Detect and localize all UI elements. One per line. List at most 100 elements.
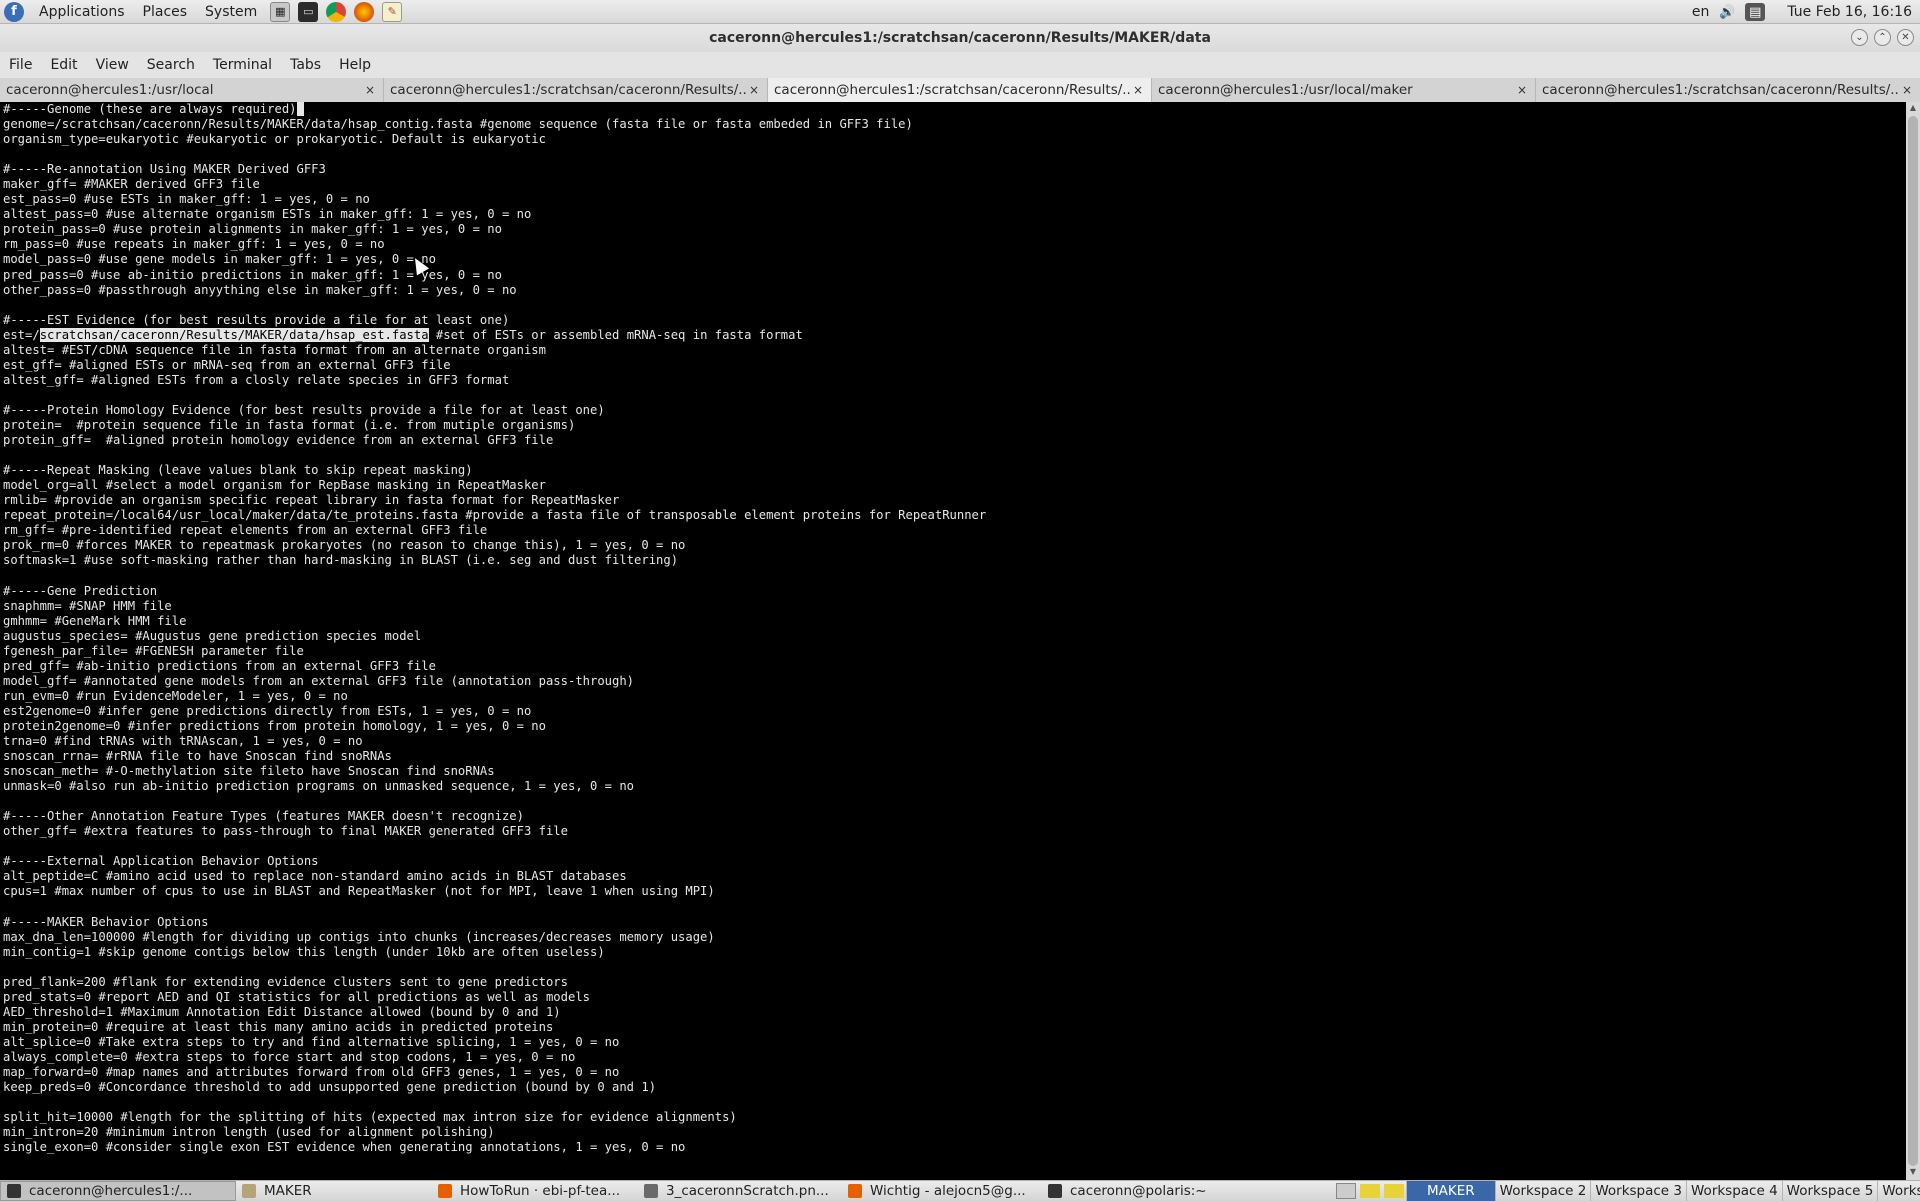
tab-close-icon[interactable]: × [747,83,761,97]
taskbar-window-button[interactable]: 3_caceronnScratch.pn... [638,1181,842,1201]
terminal-line: protein= #protein sequence file in fasta… [3,417,576,432]
workspace-switcher-item[interactable]: Workspace 5 [1781,1180,1878,1201]
menu-file[interactable]: File [0,57,41,73]
text-editor-launcher-icon[interactable]: ✎ [382,1,403,22]
terminal-scrollbar[interactable]: ▲ ▼ [1906,102,1920,1180]
terminal-line: snoscan_meth= #-O-methylation site filet… [3,764,495,779]
terminal-tab[interactable]: caceronn@hercules1:/usr/local × [0,78,384,102]
tab-close-icon[interactable]: × [363,83,377,97]
minimize-button[interactable]: ⌄ [1851,29,1868,46]
terminal-line: altest_pass=0 #use alternate organism ES… [3,207,532,222]
terminal-line: fgenesh_par_file= #FGENESH parameter fil… [3,643,304,658]
taskbar-window-button[interactable]: HowToRun · ebi-pf-tea... [432,1181,638,1201]
workspace-switcher-item[interactable]: Workspace 2 [1494,1180,1591,1201]
firefox-launcher-icon[interactable] [354,1,375,22]
terminal-tab[interactable]: caceronn@hercules1:/scratchsan/caceronn/… [1536,78,1920,102]
text-cursor [296,102,304,116]
terminal-line: #-----MAKER Behavior Options [3,914,209,929]
terminal-line: min_contig=1 #skip genome contigs below … [3,944,605,959]
terminal-line: softmask=1 #use soft-masking rather than… [3,553,679,568]
tab-close-icon[interactable]: × [1515,83,1529,97]
keyboard-layout-indicator[interactable]: en [1692,4,1710,20]
menu-terminal[interactable]: Terminal [204,57,281,73]
terminal-line: maker_gff= #MAKER derived GFF3 file [3,177,260,192]
folder-icon[interactable] [1360,1183,1380,1198]
image-icon [644,1183,658,1198]
terminal-line: #-----EST Evidence (for best results pro… [3,312,510,327]
terminal-line: run_evm=0 #run EvidenceModeler, 1 = yes,… [3,688,348,703]
terminal-line: model_gff= #annotated gene models from a… [3,673,635,688]
menu-tabs[interactable]: Tabs [281,57,330,73]
fedora-logo-icon[interactable]: f [4,1,24,22]
taskbar-window-label: HowToRun · ebi-pf-tea... [460,1182,621,1199]
show-desktop-icon[interactable] [1336,1182,1356,1199]
terminal-tab-bar: caceronn@hercules1:/usr/local × caceronn… [0,78,1920,102]
terminal-line: #-----External Application Behavior Opti… [3,854,319,869]
tab-close-icon[interactable]: × [1131,83,1145,97]
taskbar-window-button[interactable]: MAKER [236,1181,432,1201]
menu-search[interactable]: Search [138,57,204,73]
terminal-line: rm_gff= #pre-identified repeat elements … [3,523,488,538]
calculator-launcher-icon[interactable]: ▦ [270,1,291,22]
terminal-line: #-----Gene Prediction [3,583,158,598]
workspace-switcher-item[interactable]: Workspace 6 [1877,1180,1920,1201]
terminal-line: protein2genome=0 #infer predictions from… [3,718,546,733]
chrome-launcher-icon[interactable] [326,1,347,22]
terminal-launcher-icon[interactable]: ▭ [298,1,319,22]
terminal-line: model_org=all #select a model organism f… [3,478,546,493]
places-menu[interactable]: Places [134,0,197,24]
window-titlebar[interactable]: caceronn@hercules1:/scratchsan/caceronn/… [0,24,1920,52]
tab-close-icon[interactable]: × [1900,83,1914,97]
terminal-line: AED_threshold=1 #Maximum Annotation Edit… [3,1004,561,1019]
terminal-line: pred_pass=0 #use ab-initio predictions i… [3,267,502,282]
terminal-output[interactable]: #-----Genome (these are always required)… [0,102,1906,1180]
maximize-button[interactable]: ⌃ [1874,29,1891,46]
terminal-tab-active[interactable]: caceronn@hercules1:/scratchsan/caceronn/… [768,78,1152,102]
terminal-line: rmlib= #provide an organism specific rep… [3,493,620,508]
clock[interactable]: Tue Feb 16, 16:16 [1787,4,1912,20]
terminal-line: gmhmm= #GeneMark HMM file [3,613,187,628]
terminal-line: other_gff= #extra features to pass-throu… [3,824,568,839]
volume-icon[interactable]: 🔊 [1717,3,1737,21]
folder-icon[interactable] [1384,1183,1404,1198]
terminal-line: altest= #EST/cDNA sequence file in fasta… [3,342,546,357]
workspace-switcher-item[interactable]: Workspace 3 [1590,1180,1686,1201]
taskbar-window-button[interactable]: caceronn@hercules1:/... [0,1180,236,1201]
terminal-line: altest_gff= #aligned ESTs from a closly … [3,372,510,387]
scroll-down-arrow-icon[interactable]: ▼ [1906,1167,1920,1179]
terminal-line: max_dna_len=100000 #length for dividing … [3,929,715,944]
taskbar-window-button[interactable]: caceronn@polaris:~ [1042,1181,1334,1201]
terminal-line: map_forward=0 #map names and attributes … [3,1065,620,1079]
applications-menu[interactable]: Applications [30,0,134,24]
scroll-up-arrow-icon[interactable]: ▲ [1906,103,1920,115]
firefox-icon [848,1183,862,1198]
menu-view[interactable]: View [87,57,138,73]
terminal-line: keep_preds=0 #Concordance threshold to a… [3,1080,657,1095]
terminal-tab[interactable]: caceronn@hercules1:/scratchsan/caceronn/… [384,78,768,102]
terminal-line: est=/scratchsan/caceronn/Results/MAKER/d… [3,327,803,342]
folder-icon [242,1183,256,1198]
terminal-line: single_exon=0 #consider single exon EST … [3,1140,686,1155]
menu-help[interactable]: Help [330,57,380,73]
workspace-switcher-item[interactable]: MAKER [1406,1180,1495,1201]
taskbar-window-label: Wichtig - alejocn5@g... [870,1182,1026,1199]
tab-label: caceronn@hercules1:/scratchsan/caceronn/… [774,82,1131,98]
menu-edit[interactable]: Edit [41,57,86,73]
system-menu[interactable]: System [196,0,266,24]
terminal-line: pred_stats=0 #report AED and QI statisti… [3,989,590,1004]
network-icon[interactable]: ▤ [1745,3,1766,21]
close-window-button[interactable]: ✕ [1897,29,1914,46]
terminal-line: trna=0 #find tRNAs with tRNAscan, 1 = ye… [3,733,363,748]
terminal-line: augustus_species= #Augustus gene predict… [3,628,422,643]
terminal-line: repeat_protein=/local64/usr_local/maker/… [3,508,987,523]
terminal-line: est_pass=0 #use ESTs in maker_gff: 1 = y… [3,192,370,207]
scrollbar-thumb[interactable] [1908,116,1918,1166]
workspace-switcher-item[interactable]: Workspace 4 [1686,1180,1782,1201]
selected-text: scratchsan/caceronn/Results/MAKER/data/h… [39,327,429,342]
taskbar-window-label: caceronn@hercules1:/... [29,1182,193,1199]
terminal-tab[interactable]: caceronn@hercules1:/usr/local/maker × [1152,78,1536,102]
taskbar-window-button[interactable]: Wichtig - alejocn5@g... [842,1181,1042,1201]
